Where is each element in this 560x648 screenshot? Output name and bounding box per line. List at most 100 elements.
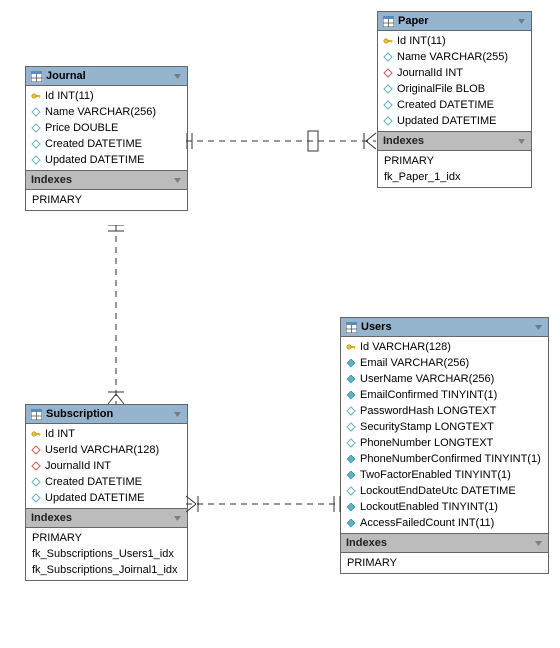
- entity-paper[interactable]: Paper Id INT(11) Name VARCHAR(255) Journal…: [377, 11, 532, 188]
- column-row[interactable]: Email VARCHAR(256): [341, 355, 548, 371]
- column-row[interactable]: Id INT(11): [26, 88, 187, 104]
- journal-indexes: PRIMARY: [26, 190, 187, 210]
- column-row[interactable]: Name VARCHAR(255): [378, 49, 531, 65]
- column-text: Id INT: [45, 428, 75, 440]
- index-row[interactable]: PRIMARY: [378, 153, 531, 169]
- indexes-header[interactable]: Indexes: [26, 508, 187, 528]
- column-text: PasswordHash LONGTEXT: [360, 405, 496, 417]
- column-row[interactable]: JournalId INT: [378, 65, 531, 81]
- indexes-label: Indexes: [31, 512, 72, 524]
- column-row[interactable]: OriginalFile BLOB: [378, 81, 531, 97]
- chevron-down-icon: [533, 538, 543, 548]
- entity-header-subscription[interactable]: Subscription: [26, 405, 187, 424]
- diamond-icon: [383, 100, 393, 110]
- entity-title: Journal: [46, 70, 86, 82]
- key-icon: [31, 91, 41, 101]
- column-row[interactable]: Created DATETIME: [26, 136, 187, 152]
- key-icon: [31, 429, 41, 439]
- column-text: Price DOUBLE: [45, 122, 118, 134]
- column-row[interactable]: PhoneNumber LONGTEXT: [341, 435, 548, 451]
- index-row[interactable]: fk_Subscriptions_Joirnal1_idx: [26, 562, 187, 578]
- column-row[interactable]: Price DOUBLE: [26, 120, 187, 136]
- column-row[interactable]: AccessFailedCount INT(11): [341, 515, 548, 531]
- fk-icon: [383, 68, 393, 78]
- column-text: SecurityStamp LONGTEXT: [360, 421, 494, 433]
- journal-columns: Id INT(11)Name VARCHAR(256) Price DOUBLE C…: [26, 86, 187, 170]
- indexes-header[interactable]: Indexes: [341, 533, 548, 553]
- key-icon: [346, 342, 356, 352]
- column-text: LockoutEndDateUtc DATETIME: [360, 485, 516, 497]
- column-text: UserId VARCHAR(128): [45, 444, 159, 456]
- column-text: Name VARCHAR(255): [397, 51, 508, 63]
- column-row[interactable]: SecurityStamp LONGTEXT: [341, 419, 548, 435]
- entity-journal[interactable]: Journal Id INT(11)Name VARCHAR(256) Price…: [25, 66, 188, 211]
- column-text: Created DATETIME: [45, 138, 142, 150]
- diamond-icon: [31, 123, 41, 133]
- relation-journal-paper: [186, 125, 379, 155]
- column-row[interactable]: TwoFactorEnabled TINYINT(1): [341, 467, 548, 483]
- column-text: Email VARCHAR(256): [360, 357, 469, 369]
- indexes-label: Indexes: [31, 174, 72, 186]
- entity-title: Paper: [398, 15, 429, 27]
- column-text: UserName VARCHAR(256): [360, 373, 494, 385]
- column-row[interactable]: EmailConfirmed TINYINT(1): [341, 387, 548, 403]
- entity-subscription[interactable]: Subscription Id INT UserId VARCHAR(128) Jo…: [25, 404, 188, 581]
- chevron-down-icon: [516, 16, 526, 26]
- column-row[interactable]: UserName VARCHAR(256): [341, 371, 548, 387]
- diamond-icon: [31, 477, 41, 487]
- key-icon: [383, 36, 393, 46]
- fk-icon: [31, 461, 41, 471]
- column-row[interactable]: UserId VARCHAR(128): [26, 442, 187, 458]
- column-text: LockoutEnabled TINYINT(1): [360, 501, 498, 513]
- column-row[interactable]: Id INT(11): [378, 33, 531, 49]
- column-row[interactable]: Updated DATETIME: [378, 113, 531, 129]
- column-row[interactable]: LockoutEnabled TINYINT(1): [341, 499, 548, 515]
- entity-title: Subscription: [46, 408, 113, 420]
- diamond-solid-icon: [346, 518, 356, 528]
- indexes-header[interactable]: Indexes: [26, 170, 187, 190]
- column-row[interactable]: Created DATETIME: [378, 97, 531, 113]
- column-text: Created DATETIME: [45, 476, 142, 488]
- chevron-down-icon: [172, 409, 182, 419]
- table-icon: [346, 322, 357, 333]
- column-row[interactable]: PhoneNumberConfirmed TINYINT(1): [341, 451, 548, 467]
- column-row[interactable]: Name VARCHAR(256): [26, 104, 187, 120]
- entity-header-users[interactable]: Users: [341, 318, 548, 337]
- column-row[interactable]: Id INT: [26, 426, 187, 442]
- index-row[interactable]: fk_Paper_1_idx: [378, 169, 531, 185]
- chevron-down-icon: [533, 322, 543, 332]
- column-row[interactable]: JournalId INT: [26, 458, 187, 474]
- relation-subscription-users: [186, 488, 342, 518]
- column-text: PhoneNumberConfirmed TINYINT(1): [360, 453, 541, 465]
- column-text: Updated DATETIME: [45, 492, 144, 504]
- chevron-down-icon: [172, 71, 182, 81]
- column-text: EmailConfirmed TINYINT(1): [360, 389, 497, 401]
- subscription-columns: Id INT UserId VARCHAR(128) JournalId INT Cr…: [26, 424, 187, 508]
- indexes-header[interactable]: Indexes: [378, 131, 531, 151]
- er-diagram: Journal Id INT(11)Name VARCHAR(256)Price…: [0, 0, 560, 648]
- diamond-solid-icon: [346, 374, 356, 384]
- column-row[interactable]: Updated DATETIME: [26, 152, 187, 168]
- diamond-icon: [346, 422, 356, 432]
- relation-journal-subscription: [100, 225, 130, 406]
- entity-users[interactable]: Users Id VARCHAR(128) Email VARCHAR(256) U…: [340, 317, 549, 574]
- index-row[interactable]: PRIMARY: [341, 555, 548, 571]
- diamond-solid-icon: [346, 390, 356, 400]
- diamond-icon: [31, 493, 41, 503]
- column-row[interactable]: LockoutEndDateUtc DATETIME: [341, 483, 548, 499]
- column-row[interactable]: Created DATETIME: [26, 474, 187, 490]
- column-row[interactable]: Id VARCHAR(128): [341, 339, 548, 355]
- column-row[interactable]: Updated DATETIME: [26, 490, 187, 506]
- diamond-icon: [31, 107, 41, 117]
- index-row[interactable]: PRIMARY: [26, 530, 187, 546]
- index-row[interactable]: fk_Subscriptions_Users1_idx: [26, 546, 187, 562]
- index-row[interactable]: PRIMARY: [26, 192, 187, 208]
- column-text: JournalId INT: [45, 460, 111, 472]
- column-row[interactable]: PasswordHash LONGTEXT: [341, 403, 548, 419]
- entity-header-paper[interactable]: Paper: [378, 12, 531, 31]
- diamond-solid-icon: [346, 358, 356, 368]
- entity-header-journal[interactable]: Journal: [26, 67, 187, 86]
- column-text: AccessFailedCount INT(11): [360, 517, 494, 529]
- chevron-down-icon: [172, 513, 182, 523]
- column-text: JournalId INT: [397, 67, 463, 79]
